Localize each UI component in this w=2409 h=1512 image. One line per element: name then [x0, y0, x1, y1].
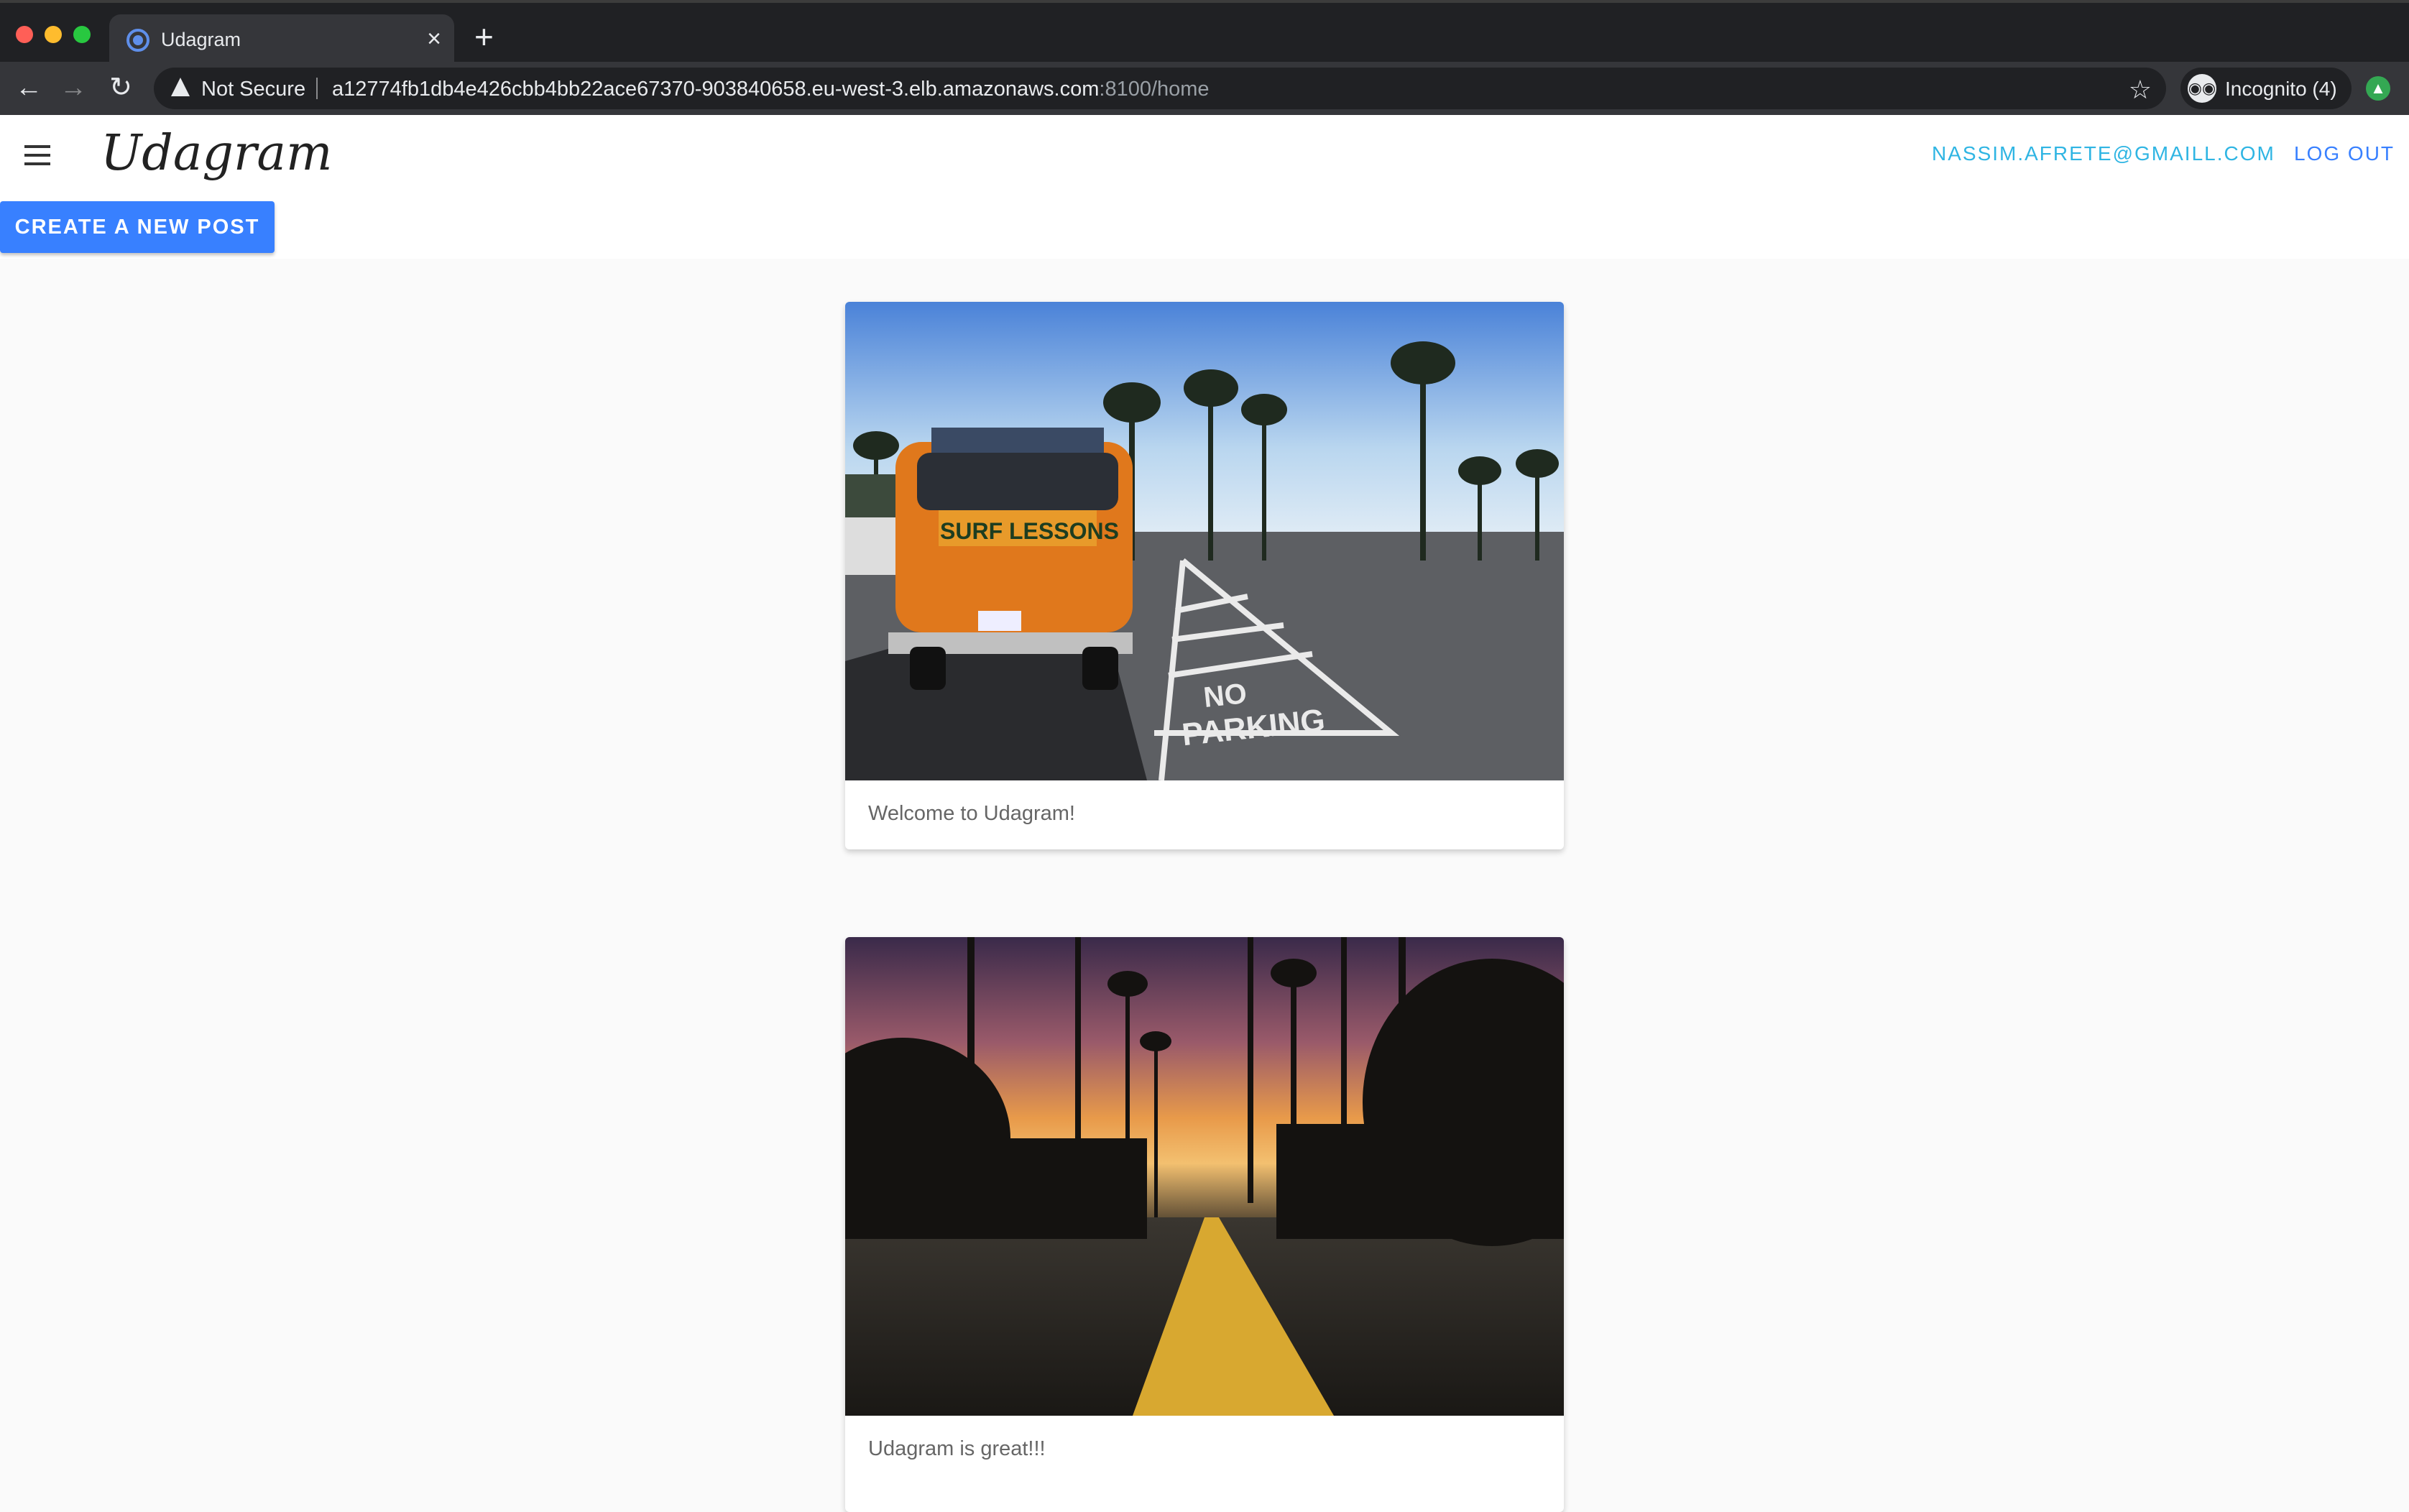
new-tab-button[interactable]: + — [474, 20, 494, 53]
post-caption: Udagram is great!!! — [868, 1437, 1046, 1460]
reload-icon[interactable]: ↻ — [101, 68, 141, 108]
post-card: NO PARKING SURF LESSONS Welcome to Udagr… — [845, 302, 1564, 849]
extension-icon[interactable]: ▲ — [2366, 76, 2390, 101]
security-label[interactable]: Not Secure — [201, 78, 305, 101]
forward-arrow-icon[interactable]: → — [53, 68, 93, 108]
user-email-link[interactable]: NASSIM.AFRETE@GMAILL.COM — [1932, 142, 2275, 165]
svg-text:SURF LESSONS: SURF LESSONS — [940, 518, 1119, 544]
menu-icon[interactable] — [24, 145, 50, 165]
address-separator — [316, 78, 318, 99]
tab-close-icon[interactable]: × — [427, 24, 441, 53]
surf-van-beach-photo: NO PARKING SURF LESSONS — [845, 302, 1564, 780]
url-host: a12774fb1db4e426cbb4bb22ace67370-9038406… — [332, 78, 1100, 101]
tab-favicon-icon — [126, 29, 149, 52]
app-header: Udagram NASSIM.AFRETE@GMAILL.COM LOG OUT — [0, 115, 2409, 195]
browser-tab-strip: Udagram × + — [0, 0, 2409, 65]
incognito-icon: ◉◉ — [2188, 74, 2216, 103]
profile-button[interactable]: ◉◉ Incognito (4) — [2180, 68, 2352, 109]
browser-tab[interactable]: Udagram × — [109, 14, 454, 65]
browser-toolbar: ← → ↻ Not Secure a12774fb1db4e426cbb4bb2… — [0, 62, 2409, 115]
svg-text:NO: NO — [1202, 678, 1248, 714]
post-caption: Welcome to Udagram! — [868, 802, 1075, 825]
url-path: :8100/home — [1099, 78, 1210, 101]
post-card: Udagram is great!!! — [845, 937, 1564, 1512]
minimize-window-button[interactable] — [45, 26, 62, 43]
feed: NO PARKING SURF LESSONS Welcome to Udagr… — [0, 259, 2409, 1512]
maximize-window-button[interactable] — [73, 26, 91, 43]
create-post-button[interactable]: CREATE A NEW POST — [0, 201, 275, 253]
close-window-button[interactable] — [16, 26, 33, 43]
palm-road-sunset-photo — [845, 937, 1564, 1416]
back-arrow-icon[interactable]: ← — [9, 68, 49, 108]
profile-label: Incognito (4) — [2225, 78, 2337, 100]
app-logo[interactable]: Udagram — [101, 125, 332, 182]
address-bar[interactable]: Not Secure a12774fb1db4e426cbb4bb22ace67… — [154, 68, 2166, 109]
star-icon[interactable]: ☆ — [2129, 75, 2152, 105]
action-bar: CREATE A NEW POST — [0, 195, 2409, 259]
warning-icon — [171, 78, 190, 96]
tab-title: Udagram — [161, 29, 241, 50]
logout-button[interactable]: LOG OUT — [2294, 142, 2395, 165]
url-text[interactable]: a12774fb1db4e426cbb4bb22ace67370-9038406… — [332, 78, 1210, 101]
